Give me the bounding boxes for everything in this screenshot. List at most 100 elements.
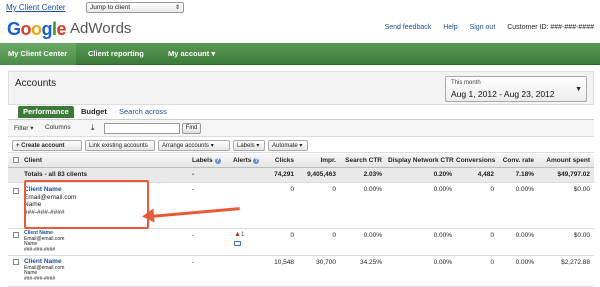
help-link[interactable]: Help [443, 24, 457, 31]
checkbox-box [13, 232, 19, 238]
nav-my-client-center[interactable]: My Client Center [0, 43, 76, 65]
checkbox-box [13, 157, 19, 163]
totals-display-ctr: 0.20% [433, 171, 452, 178]
row-clicks: 0 [290, 186, 294, 193]
row-clicks: 10,548 [274, 259, 294, 266]
annotation-arrow-head-icon [141, 208, 155, 224]
totals-amount-spent: $49,797.02 [557, 171, 590, 178]
action-toolbar: + Create account Link existing accounts … [8, 138, 594, 153]
col-header-conversions[interactable]: Conversions [456, 157, 495, 164]
totals-search-ctr: 2.03% [363, 171, 382, 178]
row-checkbox[interactable] [13, 188, 19, 196]
page-title: Accounts [15, 78, 57, 89]
row-conversions: 0 [490, 259, 494, 266]
tab-performance[interactable]: Performance [18, 106, 74, 118]
row-display-ctr: 0.00% [433, 232, 452, 239]
row-checkbox[interactable] [13, 259, 19, 267]
header-links: Send feedback Help Sign out Customer ID:… [375, 24, 594, 31]
client-phone: ###-###-#### [24, 275, 56, 282]
row-conv-rate: 0.00% [515, 232, 534, 239]
row-impressions: 0 [332, 186, 336, 193]
row-clicks: 0 [290, 232, 294, 239]
filter-toolbar: Filter ▾ Columns ⤓ Find [8, 119, 594, 137]
totals-conversions: 4,482 [477, 171, 494, 178]
my-client-center-link[interactable]: My Client Center [6, 3, 66, 12]
col-header-alerts-text: Alerts [233, 157, 252, 164]
nav-my-account[interactable]: My account ▾ [160, 43, 223, 65]
col-header-clicks[interactable]: Clicks [260, 157, 294, 164]
row-impressions: 0 [332, 232, 336, 239]
select-all-checkbox[interactable] [13, 157, 19, 165]
tab-search-across-accounts[interactable]: Search across accounts [114, 106, 204, 128]
columns-button[interactable]: Columns [45, 124, 71, 131]
find-input[interactable] [104, 123, 180, 134]
table-row: Client Name Email@email.com Name ###-###… [8, 229, 594, 256]
help-icon[interactable]: ? [214, 158, 221, 164]
adwords-wordmark: AdWords [70, 20, 132, 37]
nav-client-reporting[interactable]: Client reporting [80, 43, 152, 65]
help-icon[interactable]: ? [253, 158, 260, 164]
col-header-impressions[interactable]: Impr. [296, 157, 336, 164]
col-header-amount-spent[interactable]: Amount spent [540, 157, 590, 164]
warning-icon: ▲ [234, 231, 241, 238]
logo-letter: g [41, 19, 53, 39]
download-icon[interactable]: ⤓ [91, 123, 95, 133]
annotation-highlight-box [24, 180, 149, 229]
alert-count: 1 [240, 232, 245, 238]
row-search-ctr: 34.25% [359, 259, 382, 266]
logo-letter: e [56, 19, 67, 39]
totals-label: Totals - all 83 clients [24, 171, 88, 178]
google-logo[interactable]: Google [7, 19, 67, 40]
col-header-labels[interactable]: Labels? [192, 157, 221, 164]
logo-letter: G [7, 19, 21, 39]
message-icon[interactable] [234, 241, 241, 246]
checkbox-box [13, 188, 19, 194]
date-range-picker[interactable]: This month Aug 1, 2012 - Aug 23, 2012 ▼ [445, 76, 587, 102]
sign-out-link[interactable]: Sign out [470, 24, 496, 31]
table-header-row: Client Labels? Alerts? Clicks Impr. Sear… [8, 154, 594, 168]
col-header-display-network-ctr[interactable]: Display Network CTR [388, 157, 454, 164]
col-header-conv-rate[interactable]: Conv. rate [500, 157, 534, 164]
col-header-client[interactable]: Client [24, 157, 42, 164]
table-row: Client Name Email@email.com Name ###-###… [8, 256, 594, 287]
row-checkbox[interactable] [13, 232, 19, 240]
row-labels: - [192, 232, 195, 239]
row-display-ctr: 0.00% [433, 259, 452, 266]
date-range-value: Aug 1, 2012 - Aug 23, 2012 [451, 89, 555, 99]
row-conv-rate: 0.00% [515, 259, 534, 266]
dropdown-arrow-icon: ▼ [575, 86, 582, 93]
checkbox-box [13, 259, 19, 265]
row-search-ctr: 0.00% [363, 232, 382, 239]
create-account-button[interactable]: + Create account [12, 140, 82, 151]
col-header-alerts[interactable]: Alerts? [233, 157, 260, 164]
top-strip: My Client Center Jump to client ⇕ [0, 0, 600, 16]
send-feedback-link[interactable]: Send feedback [385, 24, 432, 31]
labels-button[interactable]: Labels ▾ [233, 140, 265, 151]
main-nav: My Client Center Client reporting My acc… [0, 43, 600, 65]
header-bar: Google AdWords Send feedback Help Sign o… [0, 16, 600, 42]
totals-conv-rate: 7.18% [515, 171, 534, 178]
row-impressions: 30,700 [316, 259, 336, 266]
row-labels: - [192, 186, 195, 193]
jump-to-client-select[interactable]: Jump to client ⇕ [86, 2, 184, 13]
row-conv-rate: 0.00% [515, 186, 534, 193]
row-labels: - [192, 259, 195, 266]
link-existing-accounts-button[interactable]: Link existing accounts [85, 140, 155, 151]
tab-budget[interactable]: Budget [76, 106, 112, 118]
alert-indicator[interactable]: ▲1 [234, 231, 244, 238]
totals-impressions: 9,405,463 [307, 171, 336, 178]
row-search-ctr: 0.00% [363, 186, 382, 193]
filter-button[interactable]: Filter ▾ [14, 124, 34, 132]
row-conversions: 0 [490, 232, 494, 239]
jump-to-client-value: Jump to client [90, 4, 131, 11]
accounts-header: Accounts This month Aug 1, 2012 - Aug 23… [8, 71, 594, 105]
automate-button[interactable]: Automate ▾ [268, 140, 308, 151]
row-display-ctr: 0.00% [433, 186, 452, 193]
row-conversions: 0 [490, 186, 494, 193]
arrange-accounts-button[interactable]: Arrange accounts ▾ [158, 140, 230, 151]
customer-id: Customer ID: ###-###-#### [507, 24, 594, 31]
col-header-labels-text: Labels [192, 157, 213, 164]
col-header-search-ctr[interactable]: Search CTR [340, 157, 382, 164]
row-amount-spent: $0.00 [573, 186, 590, 193]
find-button[interactable]: Find [182, 123, 201, 134]
